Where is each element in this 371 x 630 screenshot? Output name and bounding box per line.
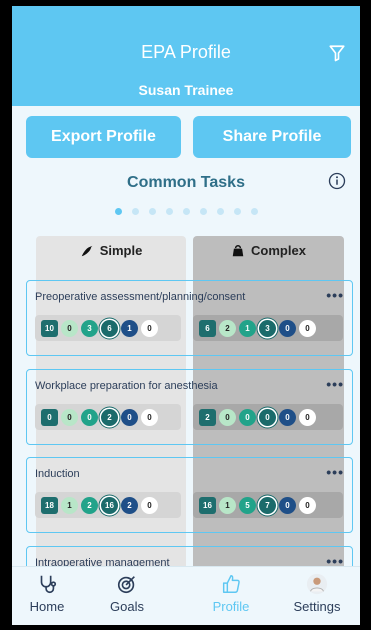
simple-counts: 000200 <box>35 404 181 430</box>
count-badge: 0 <box>121 408 138 426</box>
export-profile-button[interactable]: Export Profile <box>26 116 181 158</box>
tab-complex-label: Complex <box>251 243 306 258</box>
count-badge: 6 <box>199 319 216 337</box>
count-badge: 3 <box>81 319 98 337</box>
section-title: Common Tasks <box>127 174 245 191</box>
count-badge: 0 <box>299 496 316 514</box>
count-badge: 1 <box>219 496 236 514</box>
target-icon <box>117 576 135 594</box>
pager-dot[interactable] <box>165 208 173 215</box>
nav-profile[interactable]: Profile <box>196 573 266 614</box>
pager-dot[interactable] <box>148 208 156 215</box>
more-options-icon[interactable]: ••• <box>326 464 344 480</box>
pager-dot[interactable] <box>233 208 241 215</box>
count-badge: 0 <box>239 408 256 426</box>
tab-complex[interactable]: Complex <box>193 236 344 266</box>
tab-simple[interactable]: Simple <box>36 236 186 266</box>
count-badge: 10 <box>41 319 58 337</box>
count-badge: 0 <box>299 408 316 426</box>
nav-settings[interactable]: Settings <box>282 573 352 614</box>
nav-home[interactable]: Home <box>12 573 82 614</box>
pager-dot[interactable] <box>131 208 139 215</box>
simple-counts: 18 1 2 16 2 0 <box>35 492 181 518</box>
count-badge: 1 <box>121 319 138 337</box>
count-badge: 0 <box>141 408 158 426</box>
task-card[interactable]: Workplace preparation for anesthesia ••• 0… <box>26 369 353 445</box>
count-badge: 0 <box>279 408 296 426</box>
count-badge: 1 <box>239 319 256 337</box>
count-badge: 0 <box>299 319 316 337</box>
stethoscope-icon <box>40 575 57 594</box>
task-title: Preoperative assessment/planning/consent <box>35 291 246 303</box>
pager-dot[interactable] <box>182 208 190 215</box>
nav-home-label: Home <box>29 599 65 614</box>
count-badge: 0 <box>141 319 158 337</box>
nav-goals-label: Goals <box>110 599 144 614</box>
pager-dot[interactable] <box>216 208 224 215</box>
nav-profile-label: Profile <box>212 599 250 614</box>
count-badge: 0 <box>61 408 78 426</box>
app-screen: EPA Profile Susan Trainee Export Profile… <box>12 6 360 625</box>
count-badge: 6 <box>101 319 118 337</box>
page-indicator[interactable] <box>12 208 360 215</box>
count-badge: 16 <box>101 496 118 514</box>
count-badge: 18 <box>41 496 58 514</box>
more-options-icon[interactable]: ••• <box>326 287 344 303</box>
avatar-icon <box>306 573 328 595</box>
simple-counts: 10 0 3 6 1 0 <box>35 315 181 341</box>
count-badge: 0 <box>141 496 158 514</box>
tab-simple-label: Simple <box>99 243 143 258</box>
user-name: Susan Trainee <box>138 82 234 98</box>
count-badge: 2 <box>81 496 98 514</box>
pager-dot[interactable] <box>250 208 258 215</box>
count-badge: 0 <box>279 319 296 337</box>
count-badge: 3 <box>259 319 276 337</box>
count-badge: 0 <box>41 408 58 426</box>
more-options-icon[interactable]: ••• <box>326 376 344 392</box>
complex-counts: 200000 <box>193 404 343 430</box>
count-badge: 2 <box>121 496 138 514</box>
filter-icon[interactable] <box>328 44 346 62</box>
nav-settings-label: Settings <box>293 599 341 614</box>
task-card[interactable]: Preoperative assessment/planning/consent… <box>26 280 353 356</box>
count-badge: 7 <box>259 496 276 514</box>
bottom-nav: Home Goals Profile Settings <box>12 566 360 625</box>
count-badge: 5 <box>239 496 256 514</box>
task-card[interactable]: Induction ••• 18 1 2 16 2 0 16 1 5 7 0 0 <box>26 457 353 533</box>
complex-counts: 16 1 5 7 0 0 <box>193 492 343 518</box>
count-badge: 0 <box>259 408 276 426</box>
count-badge: 0 <box>219 408 236 426</box>
count-badge: 0 <box>81 408 98 426</box>
pager-dot[interactable] <box>199 208 207 215</box>
thumbs-up-icon <box>222 575 240 593</box>
count-badge: 2 <box>219 319 236 337</box>
nav-goals[interactable]: Goals <box>92 573 162 614</box>
page-title: EPA Profile <box>141 42 231 62</box>
pepper-icon <box>81 245 93 257</box>
count-badge: 0 <box>61 319 78 337</box>
header: EPA Profile Susan Trainee <box>12 6 360 106</box>
count-badge: 16 <box>199 496 216 514</box>
count-badge: 2 <box>199 408 216 426</box>
complex-counts: 621300 <box>193 315 343 341</box>
task-title: Workplace preparation for anesthesia <box>35 380 218 392</box>
share-profile-button[interactable]: Share Profile <box>193 116 351 158</box>
count-badge: 2 <box>101 408 118 426</box>
weight-icon <box>232 245 244 257</box>
pager-dot[interactable] <box>114 208 122 215</box>
count-badge: 1 <box>61 496 78 514</box>
count-badge: 0 <box>279 496 296 514</box>
task-title: Induction <box>35 468 80 480</box>
info-icon[interactable] <box>328 172 346 190</box>
